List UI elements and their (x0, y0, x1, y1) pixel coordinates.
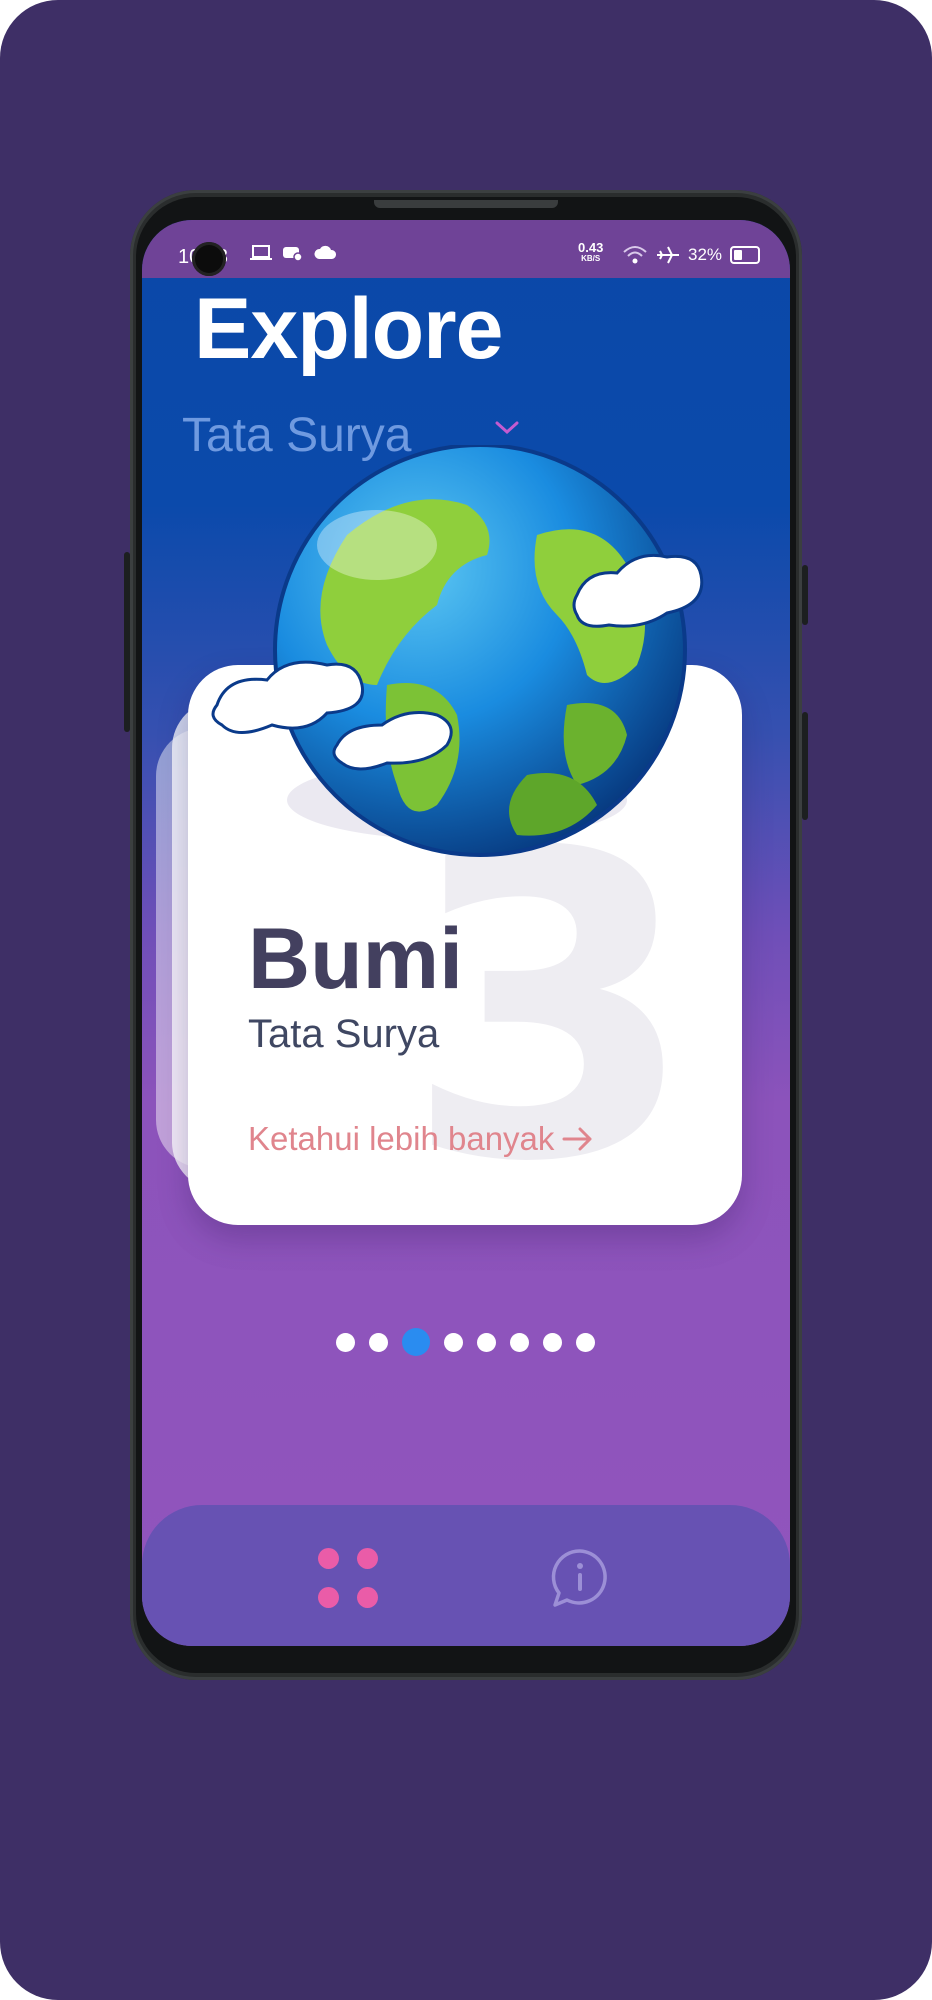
laptop-icon (250, 245, 272, 260)
airplane-icon (657, 246, 679, 264)
status-icons-left (250, 244, 338, 262)
page-dot[interactable] (576, 1332, 595, 1352)
info-chat-icon[interactable] (549, 1547, 611, 1609)
wifi-icon (623, 246, 647, 264)
planet-name: Bumi (248, 911, 463, 1007)
earth-illustration (211, 445, 704, 857)
battery-percent: 32% (688, 245, 723, 264)
bottom-navigation (142, 1505, 790, 1646)
status-bar: 10:33 0.43 KB/S (142, 220, 790, 278)
page-dot[interactable] (510, 1332, 529, 1352)
app-screen: 10:33 0.43 KB/S (142, 220, 790, 1646)
front-camera (192, 242, 226, 276)
grid-icon[interactable] (318, 1548, 378, 1608)
page-indicator (336, 1328, 595, 1356)
cloud-icon (314, 245, 337, 259)
page-dot[interactable] (543, 1332, 562, 1352)
status-icons-right: 32% (622, 244, 761, 266)
battery-icon (730, 246, 761, 264)
page-dot-active[interactable] (402, 1328, 430, 1356)
network-speed-unit: KB/S (581, 254, 601, 263)
page-dot[interactable] (477, 1332, 496, 1352)
learn-more-label: Ketahui lebih banyak (248, 1120, 555, 1157)
side-button (802, 712, 808, 820)
page-title: Explore (194, 281, 503, 377)
page-dot[interactable] (369, 1332, 388, 1352)
volume-button (124, 552, 130, 732)
power-button (802, 565, 808, 625)
chevron-down-icon[interactable] (494, 420, 520, 436)
learn-more-link[interactable]: Ketahui lebih banyak (248, 1120, 594, 1158)
network-speed: 0.43 KB/S (578, 241, 603, 264)
gamepad-icon (283, 247, 303, 262)
page-dot[interactable] (444, 1332, 463, 1352)
planet-category: Tata Surya (248, 1012, 440, 1056)
page-dot[interactable] (336, 1332, 355, 1352)
phone-speaker (374, 200, 558, 208)
arrow-right-icon (562, 1127, 592, 1151)
